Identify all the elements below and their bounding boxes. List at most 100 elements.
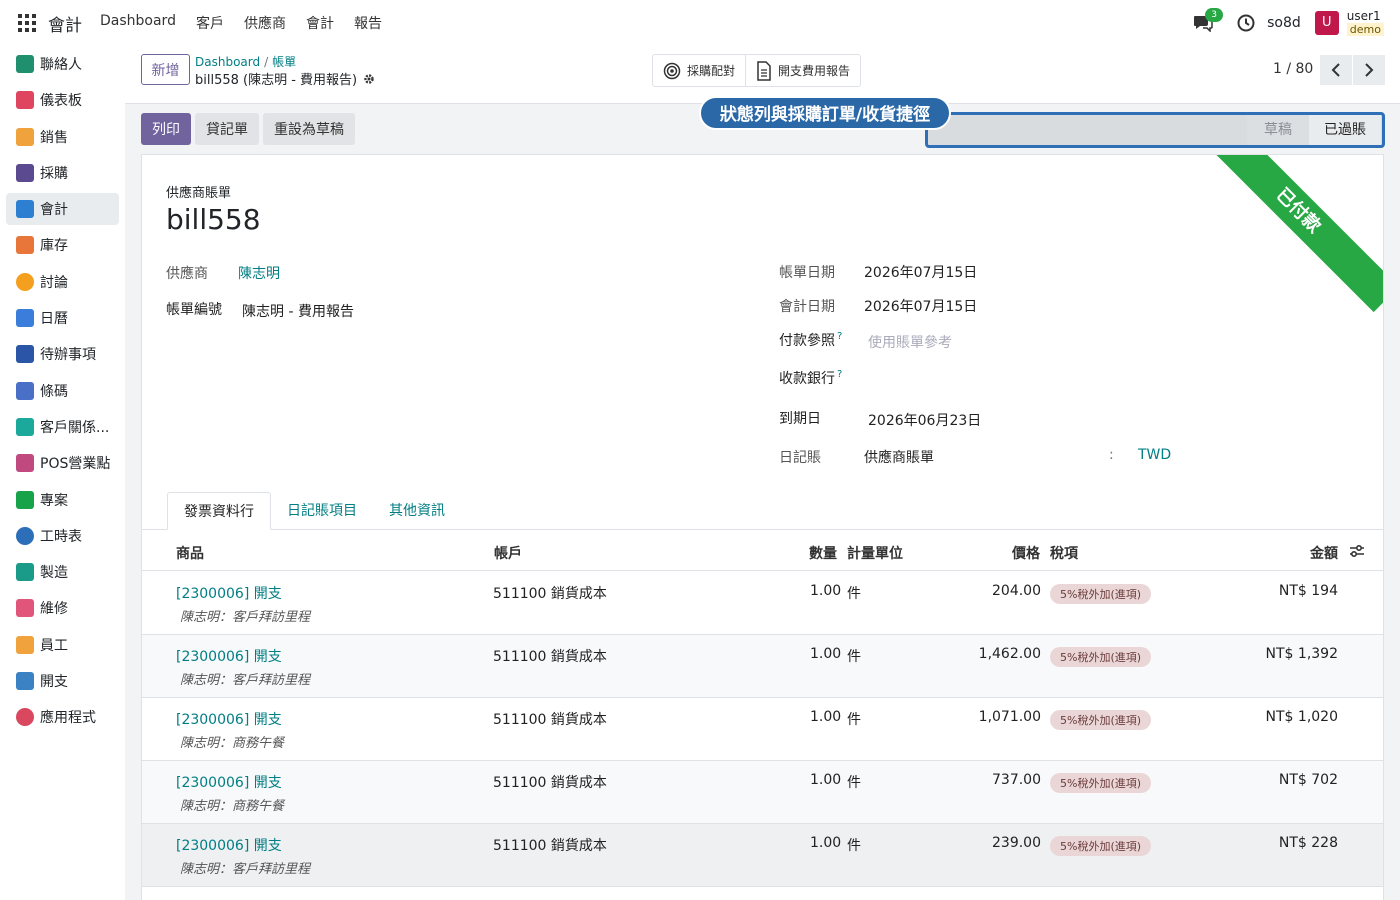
pager-previous-button[interactable] <box>1320 55 1352 85</box>
journal-label: 日記賬 <box>779 450 821 466</box>
todo-icon <box>16 345 34 363</box>
accounting-date-field[interactable]: 2026年07月15日 <box>864 296 977 316</box>
tax-badge: 5%稅外加(進項) <box>1050 773 1152 793</box>
print-button[interactable]: 列印 <box>141 113 191 145</box>
document-type: 供應商賬單 <box>166 186 232 201</box>
sidebar-item-crm[interactable]: 客戶關係... <box>6 411 119 443</box>
smart-buttons: 採購配對 開支費用報告 <box>652 54 862 87</box>
sidebar-item-barcode[interactable]: 條碼 <box>6 375 119 407</box>
sidebar-item-purchase[interactable]: 採購 <box>6 157 119 189</box>
credit-note-button[interactable]: 貸記單 <box>195 113 259 145</box>
reset-to-draft-button[interactable]: 重設為草稿 <box>263 113 355 145</box>
paid-ribbon: 已付款 <box>1196 155 1383 313</box>
breadcrumb-dashboard[interactable]: Dashboard <box>195 55 260 69</box>
header-account[interactable]: 帳戶 <box>494 543 522 563</box>
tax-badge: 5%稅外加(進項) <box>1050 647 1152 667</box>
current-record-title: bill558 (陳志明 - 費用報告) <box>195 69 375 88</box>
tab-journal-items[interactable]: 日記賬項目 <box>271 492 373 530</box>
bill-date-label: 帳單日期 <box>779 265 835 281</box>
app-sidebar: 聯絡人 儀表板 銷售 採購 會計 庫存 討論 日曆 待辦事項 條碼 客戶關係..… <box>0 46 125 900</box>
menu-reports[interactable]: 報告 <box>354 13 382 33</box>
sidebar-item-contacts[interactable]: 聯絡人 <box>6 48 119 80</box>
optional-columns-icon[interactable] <box>1349 543 1365 559</box>
breadcrumb-bills[interactable]: 帳單 <box>272 55 296 69</box>
journal-field[interactable]: 供應商賬單 <box>864 447 934 467</box>
sidebar-item-todo[interactable]: 待辦事項 <box>6 338 119 370</box>
menu-customers[interactable]: 客戶 <box>196 13 224 33</box>
table-row[interactable]: [2300006] 開支 陳志明：客戶拜訪里程 511100 銷貨成本 1.00… <box>142 824 1383 887</box>
table-row[interactable]: [2300006] 開支 陳志明：商務午餐 511100 銷貨成本 1.00 件… <box>142 761 1383 824</box>
sidebar-item-inventory[interactable]: 庫存 <box>6 229 119 261</box>
header-amount[interactable]: 金額 <box>1310 543 1338 563</box>
payment-reference-field[interactable]: 使用賬單參考 <box>868 332 952 352</box>
project-icon <box>16 491 34 509</box>
table-row[interactable]: [2300006] 開支 陳志明：商務午餐 511100 銷貨成本 1.00 件… <box>142 698 1383 761</box>
top-navbar: 會計 Dashboard 客戶 供應商 會計 報告 3 so8d U user1… <box>0 0 1400 46</box>
menu-dashboard[interactable]: Dashboard <box>100 13 176 33</box>
status-posted[interactable]: 已過賬 <box>1309 115 1381 145</box>
header-product[interactable]: 商品 <box>176 543 204 563</box>
help-icon[interactable]: ? <box>837 369 842 380</box>
sidebar-item-accounting[interactable]: 會計 <box>6 193 119 225</box>
due-date-field[interactable]: 2026年06月23日 <box>868 410 981 430</box>
crm-icon <box>16 418 34 436</box>
sidebar-item-calendar[interactable]: 日曆 <box>6 302 119 334</box>
database-name[interactable]: so8d <box>1267 15 1301 31</box>
help-icon[interactable]: ? <box>837 331 842 342</box>
chat-count-badge: 3 <box>1205 8 1224 22</box>
sidebar-item-expenses[interactable]: 開支 <box>6 665 119 697</box>
accounting-date-label: 會計日期 <box>779 299 835 315</box>
employees-icon <box>16 636 34 654</box>
clock-icon[interactable] <box>1237 14 1255 32</box>
pager-next-button[interactable] <box>1353 55 1385 85</box>
due-date-label: 到期日 <box>779 411 821 427</box>
header-price[interactable]: 價格 <box>1012 543 1040 563</box>
currency-separator: : <box>1109 447 1114 463</box>
menu-vendors[interactable]: 供應商 <box>244 13 286 33</box>
tab-other-info[interactable]: 其他資訊 <box>373 492 461 530</box>
vendor-label: 供應商 <box>166 266 208 282</box>
app-brand[interactable]: 會計 <box>48 11 82 36</box>
top-right-tray: 3 so8d U user1 demo <box>1193 0 1384 46</box>
gear-icon[interactable] <box>363 73 375 85</box>
user-avatar[interactable]: U <box>1314 11 1339 35</box>
vendor-field[interactable]: 陳志明 <box>238 263 280 283</box>
sidebar-item-timesheet[interactable]: 工時表 <box>6 520 119 552</box>
pager-counter[interactable]: 1 / 80 <box>1273 61 1313 77</box>
bill-reference-field[interactable]: 陳志明 - 費用報告 <box>242 301 354 321</box>
table-row[interactable]: [2300006] 開支 陳志明：客戶拜訪里程 511100 銷貨成本 1.00… <box>142 635 1383 698</box>
sidebar-item-manufacturing[interactable]: 製造 <box>6 556 119 588</box>
tax-badge: 5%稅外加(進項) <box>1050 710 1152 730</box>
main-content: 新增 Dashboard / 帳單 bill558 (陳志明 - 費用報告) 採購配… <box>125 46 1400 900</box>
contacts-icon <box>16 55 34 73</box>
purchase-match-button[interactable]: 採購配對 <box>653 55 745 86</box>
sidebar-item-apps[interactable]: 應用程式 <box>6 701 119 733</box>
sidebar-item-pos[interactable]: POS營業點 <box>6 447 119 479</box>
notebook-tabs: 發票資料行 日記賬項目 其他資訊 <box>142 492 1383 530</box>
user-db-badge: demo <box>1346 23 1384 36</box>
tab-invoice-lines[interactable]: 發票資料行 <box>167 492 271 530</box>
chat-icon[interactable]: 3 <box>1193 8 1224 33</box>
sidebar-item-repair[interactable]: 維修 <box>6 592 119 624</box>
header-uom[interactable]: 計量單位 <box>847 543 903 563</box>
top-menu: Dashboard 客戶 供應商 會計 報告 <box>100 13 402 33</box>
tax-badge: 5%稅外加(進項) <box>1050 584 1152 604</box>
sidebar-item-discuss[interactable]: 討論 <box>6 266 119 298</box>
sidebar-item-employees[interactable]: 員工 <box>6 629 119 661</box>
sidebar-item-project[interactable]: 專案 <box>6 484 119 516</box>
purchase-icon <box>16 164 34 182</box>
apps-grid-icon[interactable] <box>18 14 36 32</box>
bill-date-field[interactable]: 2026年07月15日 <box>864 262 977 282</box>
header-quantity[interactable]: 數量 <box>809 543 837 563</box>
menu-accounting[interactable]: 會計 <box>306 13 334 33</box>
table-row[interactable]: [2300006] 開支 陳志明：客戶拜訪里程 511100 銷貨成本 1.00… <box>142 572 1383 635</box>
sidebar-item-dashboards[interactable]: 儀表板 <box>6 84 119 116</box>
new-button[interactable]: 新增 <box>141 54 190 85</box>
sidebar-item-sales[interactable]: 銷售 <box>6 121 119 153</box>
expense-report-button[interactable]: 開支費用報告 <box>745 55 860 86</box>
user-menu[interactable]: user1 demo <box>1346 10 1384 36</box>
expenses-icon <box>16 672 34 690</box>
sales-icon <box>16 128 34 146</box>
header-tax[interactable]: 稅項 <box>1050 543 1078 563</box>
currency-field[interactable]: TWD <box>1138 447 1171 463</box>
